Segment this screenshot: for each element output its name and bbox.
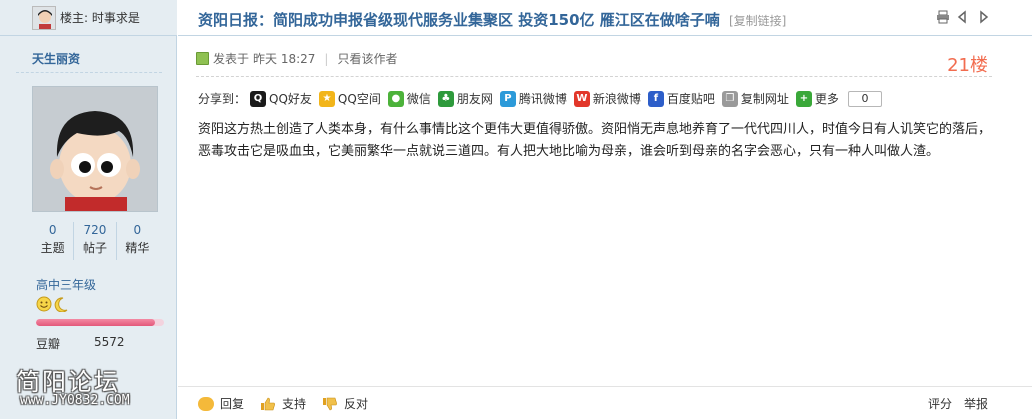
author-only-link[interactable]: 只看该作者 xyxy=(337,50,397,67)
tencent-weibo-icon: P xyxy=(499,90,516,107)
share-item-sina-weibo[interactable]: W 新浪微博 xyxy=(573,90,641,107)
user-level[interactable]: 高中三年级 xyxy=(36,276,96,293)
tieba-icon: f xyxy=(647,90,664,107)
qq-icon: Q xyxy=(250,90,267,107)
share-item-label: QQ好友 xyxy=(269,92,312,106)
op-label[interactable]: 楼主: 时事求是 xyxy=(60,9,140,26)
share-item-copy-url[interactable]: ❐ 复制网址 xyxy=(721,90,789,107)
support-label: 支持 xyxy=(282,397,307,411)
share-bar: 分享到： Q QQ好友 ★ QQ空间 ● 微信 ♣ 朋友网 P 腾讯微博 W 新浪微博 f 百度贴吧 ❐ 复制… xyxy=(198,90,882,107)
copy-link[interactable]: [复制链接] xyxy=(729,14,786,28)
share-item-qq[interactable]: Q QQ好友 xyxy=(250,90,312,107)
thumbs-up-icon xyxy=(260,397,276,411)
share-item-label: 腾讯微博 xyxy=(518,92,567,106)
sina-weibo-icon: W xyxy=(573,90,590,107)
author-stats: 0 主题 720 帖子 0 精华 xyxy=(32,222,158,260)
bean-label: 豆瓣 xyxy=(36,337,61,351)
floor-number[interactable]: 21楼 xyxy=(947,51,988,77)
share-item-tieba[interactable]: f 百度贴吧 xyxy=(647,90,715,107)
prev-thread-icon[interactable] xyxy=(956,10,970,24)
stat-digest-value[interactable]: 0 xyxy=(117,222,158,238)
stat-digest-label: 精华 xyxy=(125,241,150,255)
share-item-label: 朋友网 xyxy=(456,92,493,106)
share-item-pengyou[interactable]: ♣ 朋友网 xyxy=(437,90,493,107)
reply-label: 回复 xyxy=(220,397,245,411)
stat-digest[interactable]: 0 精华 xyxy=(117,222,158,260)
post-body: 资阳这方热土创造了人类本身，有什么事情比这个更伟大更值得骄傲。资阳悄无声息地养育… xyxy=(198,122,992,159)
next-thread-icon[interactable] xyxy=(976,10,990,24)
thumbs-down-icon xyxy=(322,397,338,411)
title-tools xyxy=(936,10,990,24)
share-item-label: QQ空间 xyxy=(337,92,381,106)
divider xyxy=(16,72,162,73)
op-avatar[interactable] xyxy=(32,6,56,30)
level-icons xyxy=(36,296,76,313)
avatar[interactable] xyxy=(32,86,158,212)
share-item-tencent-weibo[interactable]: P 腾讯微博 xyxy=(499,90,567,107)
share-item-label: 百度贴吧 xyxy=(666,92,715,106)
stat-posts-value[interactable]: 720 xyxy=(74,222,115,238)
pengyou-icon: ♣ xyxy=(437,90,454,107)
op-header: 楼主: 时事求是 xyxy=(0,0,177,36)
thread-title-text[interactable]: 资阳日报：简阳成功申报省级现代服务业集聚区 投资150亿 雁江区在做啥子喃 xyxy=(198,11,720,29)
post-meta: 发表于 昨天 18:27 | 只看该作者 xyxy=(196,50,397,67)
bean-value: 5572 xyxy=(94,335,125,349)
meta-separator: | xyxy=(324,51,329,66)
rate-button[interactable]: 评分 xyxy=(928,395,952,412)
share-item-label: 新浪微博 xyxy=(592,92,641,106)
online-status-icon xyxy=(196,52,209,65)
posted-prefix: 发表于 xyxy=(213,52,250,66)
share-item-label: 微信 xyxy=(406,92,431,106)
author-name[interactable]: 天生丽资 xyxy=(32,50,80,67)
share-item-label: 复制网址 xyxy=(740,92,789,106)
oppose-button[interactable]: 反对 xyxy=(322,395,368,412)
author-sidebar: 楼主: 时事求是 天生丽资 0 主题 720 帖子 0 精华 高中三年级 豆瓣 … xyxy=(0,0,177,419)
support-button[interactable]: 支持 xyxy=(260,395,306,412)
stat-threads-label: 主题 xyxy=(40,241,65,255)
report-button[interactable]: 举报 xyxy=(964,395,988,412)
thread-title-bar: 资阳日报：简阳成功申报省级现代服务业集聚区 投资150亿 雁江区在做啥子喃 [复… xyxy=(178,0,1032,36)
watermark-url: www.JY0832.COM xyxy=(20,393,130,408)
credit-progress-bar xyxy=(36,319,164,326)
watermark-site: 简阳论坛 xyxy=(16,368,120,396)
share-item-qzone[interactable]: ★ QQ空间 xyxy=(318,90,381,107)
print-icon[interactable] xyxy=(936,10,950,24)
smiley-icon xyxy=(36,296,68,313)
post-actions: 回复 支持 反对 评分 举报 xyxy=(178,386,1032,419)
stat-threads-value[interactable]: 0 xyxy=(32,222,73,238)
qzone-icon: ★ xyxy=(318,90,335,107)
posted-time: 昨天 18:27 xyxy=(253,52,316,66)
share-item-wechat[interactable]: ● 微信 xyxy=(387,90,431,107)
share-label: 分享到： xyxy=(198,92,247,106)
meta-divider xyxy=(196,76,992,77)
stat-posts[interactable]: 720 帖子 xyxy=(74,222,117,260)
more-icon: + xyxy=(795,90,812,107)
share-item-label: 更多 xyxy=(814,92,839,106)
oppose-label: 反对 xyxy=(344,397,369,411)
share-item-more[interactable]: + 更多 xyxy=(795,90,839,107)
credit-progress-fill xyxy=(36,319,156,326)
thread-title: 资阳日报：简阳成功申报省级现代服务业集聚区 投资150亿 雁江区在做啥子喃 [复… xyxy=(198,9,786,30)
copy-url-icon: ❐ xyxy=(721,90,738,107)
share-count: 0 xyxy=(847,90,882,107)
reply-button[interactable]: 回复 xyxy=(198,395,244,412)
stat-threads[interactable]: 0 主题 xyxy=(32,222,75,260)
stat-posts-label: 帖子 xyxy=(82,241,107,255)
wechat-icon: ● xyxy=(387,90,404,107)
reply-icon xyxy=(198,396,214,411)
